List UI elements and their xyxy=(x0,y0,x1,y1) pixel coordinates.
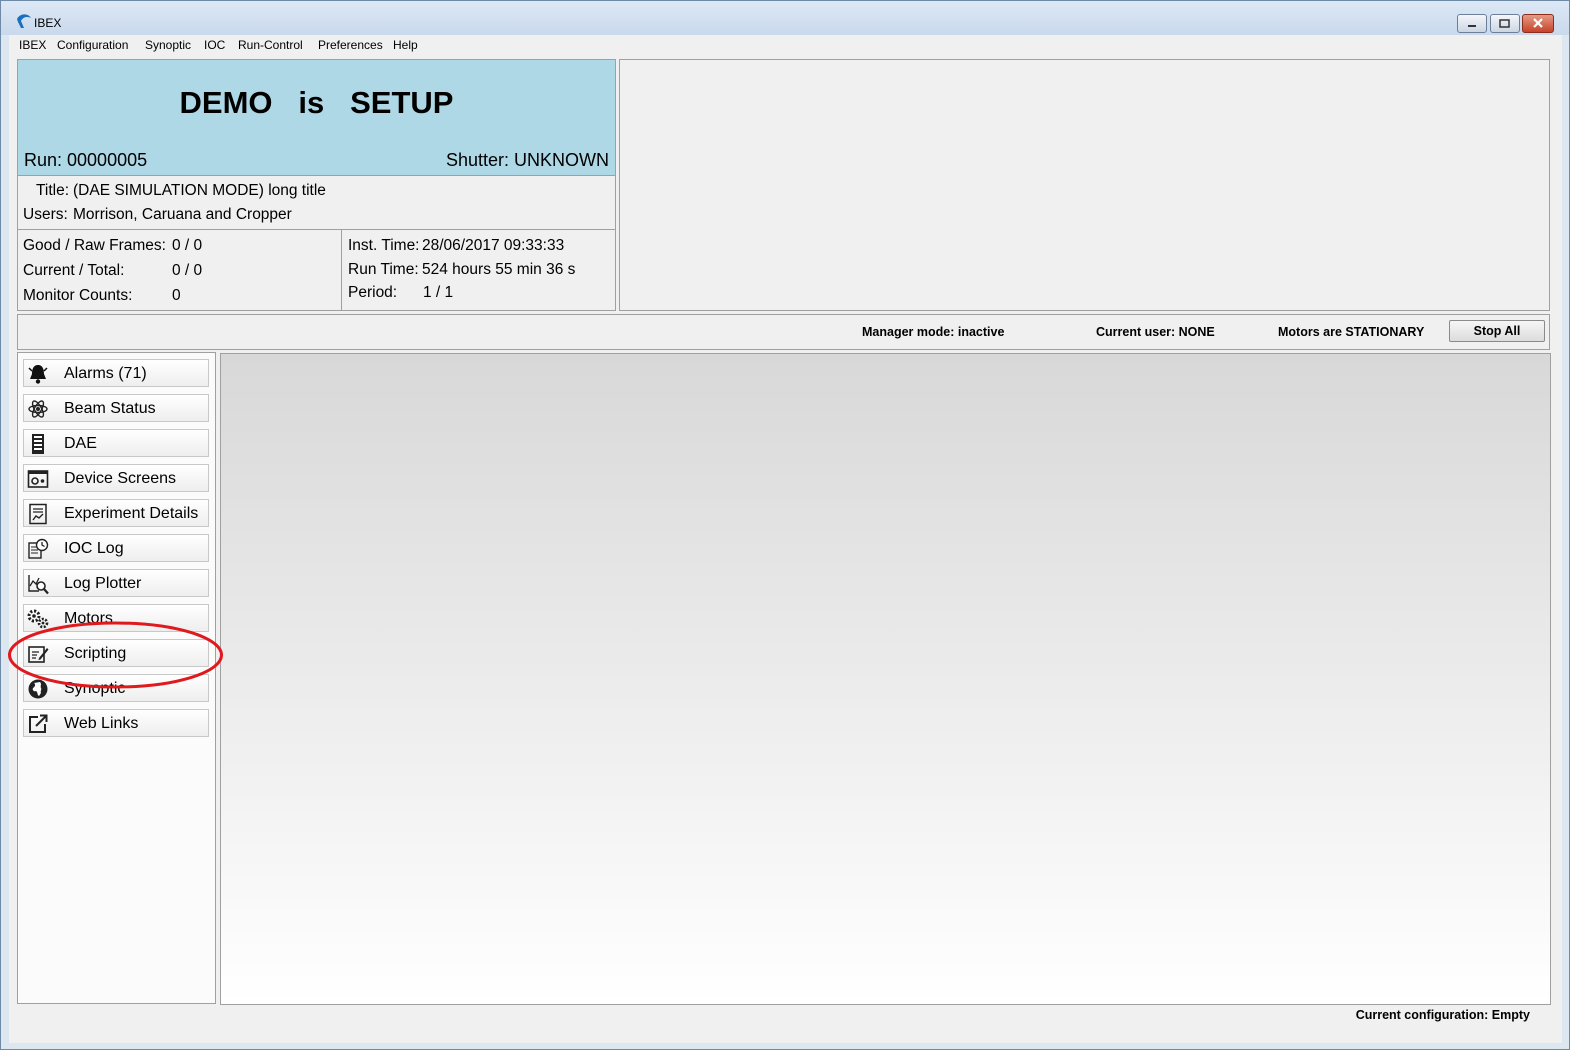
dae-rack-icon xyxy=(32,434,44,454)
perspective-dae[interactable]: DAE xyxy=(23,429,209,457)
instrument-state-title: DEMO is SETUP xyxy=(18,85,615,121)
divider xyxy=(18,229,615,230)
instrument-state: SETUP xyxy=(350,85,454,120)
perspective-web-links[interactable]: Web Links xyxy=(23,709,209,737)
current-configuration-status: Current configuration: Empty xyxy=(1355,1008,1530,1022)
minimize-icon xyxy=(1468,25,1476,27)
perspective-scripting[interactable]: Scripting xyxy=(23,639,209,667)
spangle-banner-panel xyxy=(619,59,1550,311)
close-icon xyxy=(1533,18,1543,28)
ibex-logo-icon xyxy=(17,14,31,28)
perspective-label: Scripting xyxy=(64,645,127,662)
menu-ioc[interactable]: IOC xyxy=(204,38,225,52)
menu-preferences[interactable]: Preferences xyxy=(318,38,383,52)
stop-all-button[interactable]: Stop All xyxy=(1449,320,1545,342)
perspective-label: Experiment Details xyxy=(64,505,199,522)
current-total-label: Current / Total: xyxy=(23,262,125,279)
globe-icon xyxy=(28,679,48,699)
motors-status: Motors are STATIONARY xyxy=(1278,325,1425,339)
menu-help[interactable]: Help xyxy=(393,38,418,52)
users-label: Users: xyxy=(23,206,68,223)
menu-run-control[interactable]: Run-Control xyxy=(238,38,303,52)
external-link-icon xyxy=(29,714,48,733)
monitor-counts-value: 0 xyxy=(172,287,181,304)
perspective-label: Synoptic xyxy=(64,680,126,697)
inst-time-value: 28/06/2017 09:33:33 xyxy=(422,237,565,254)
title-label: Title: xyxy=(36,182,70,199)
run-time-value: 524 hours 55 min 36 s xyxy=(422,261,576,278)
plot-magnifier-icon xyxy=(28,575,49,595)
menu-synoptic[interactable]: Synoptic xyxy=(145,38,191,52)
log-clock-icon xyxy=(28,538,49,559)
manager-mode-status: Manager mode: inactive xyxy=(862,325,1005,339)
monitor-counts-label: Monitor Counts: xyxy=(23,287,133,304)
divider xyxy=(341,230,342,310)
title-value: (DAE SIMULATION MODE) long title xyxy=(73,182,326,199)
period-label: Period: xyxy=(348,284,398,301)
shutter-status: Shutter: UNKNOWN xyxy=(445,150,609,170)
menu-bar: IBEX Configuration Synoptic IOC Run-Cont… xyxy=(9,35,1562,54)
run-number: Run: 00000005 xyxy=(24,150,148,170)
instrument-name: DEMO xyxy=(179,85,273,120)
current-total-value: 0 / 0 xyxy=(172,262,203,279)
minimize-button[interactable] xyxy=(1457,14,1487,33)
close-button[interactable] xyxy=(1522,14,1554,33)
atom-icon xyxy=(28,400,48,418)
perspective-label: Log Plotter xyxy=(64,575,142,592)
perspective-label: Beam Status xyxy=(64,400,156,417)
perspective-motors[interactable]: Motors xyxy=(23,604,209,632)
perspective-ioc-log[interactable]: IOC Log xyxy=(23,534,209,562)
instrument-state-word: is xyxy=(298,85,325,120)
document-chart-icon xyxy=(29,503,47,525)
perspective-log-plotter[interactable]: Log Plotter xyxy=(23,569,209,597)
perspective-label: Alarms (71) xyxy=(64,365,147,382)
status-bar: Manager mode: inactive Current user: NON… xyxy=(17,314,1550,350)
perspective-label: DAE xyxy=(64,435,97,452)
bell-icon xyxy=(28,365,48,384)
perspective-label: Web Links xyxy=(64,715,139,732)
menu-configuration[interactable]: Configuration xyxy=(57,38,128,52)
ibex-window: IBEX IBEX Configuration Synoptic IOC Run… xyxy=(0,0,1570,1050)
menu-ibex[interactable]: IBEX xyxy=(19,38,46,52)
perspective-view-area xyxy=(220,353,1551,1005)
perspective-switcher: Alarms (71) Beam Status DAE Device Scree… xyxy=(17,352,216,1004)
window-title: IBEX xyxy=(34,16,62,30)
good-raw-frames-value: 0 / 0 xyxy=(172,237,203,254)
perspective-experiment-details[interactable]: Experiment Details xyxy=(23,499,209,527)
gears-icon xyxy=(27,609,49,629)
run-time-label: Run Time: xyxy=(348,261,419,278)
script-pencil-icon xyxy=(28,646,49,663)
good-raw-frames-label: Good / Raw Frames: xyxy=(23,237,166,254)
perspective-beam-status[interactable]: Beam Status xyxy=(23,394,209,422)
users-value: Morrison, Caruana and Cropper xyxy=(73,206,292,223)
restore-icon xyxy=(1499,19,1510,28)
perspective-label: Motors xyxy=(64,610,113,627)
title-bar: IBEX xyxy=(1,1,1569,35)
instrument-status-panel: DEMO is SETUP Run: 00000005 Shutter: UNK… xyxy=(17,59,616,311)
restore-button[interactable] xyxy=(1490,14,1520,33)
perspective-synoptic[interactable]: Synoptic xyxy=(23,674,209,702)
perspective-label: Device Screens xyxy=(64,470,177,487)
inst-time-label: Inst. Time: xyxy=(348,237,420,254)
client-area: DEMO is SETUP Run: 00000005 Shutter: UNK… xyxy=(9,54,1562,1043)
device-screen-icon xyxy=(27,470,49,488)
perspective-label: IOC Log xyxy=(64,540,124,557)
perspective-device-screens[interactable]: Device Screens xyxy=(23,464,209,492)
instrument-state-header: DEMO is SETUP Run: 00000005 Shutter: UNK… xyxy=(18,60,615,176)
perspective-alarms[interactable]: Alarms (71) xyxy=(23,359,209,387)
current-user-status: Current user: NONE xyxy=(1096,325,1215,339)
period-value: 1 / 1 xyxy=(423,284,454,301)
